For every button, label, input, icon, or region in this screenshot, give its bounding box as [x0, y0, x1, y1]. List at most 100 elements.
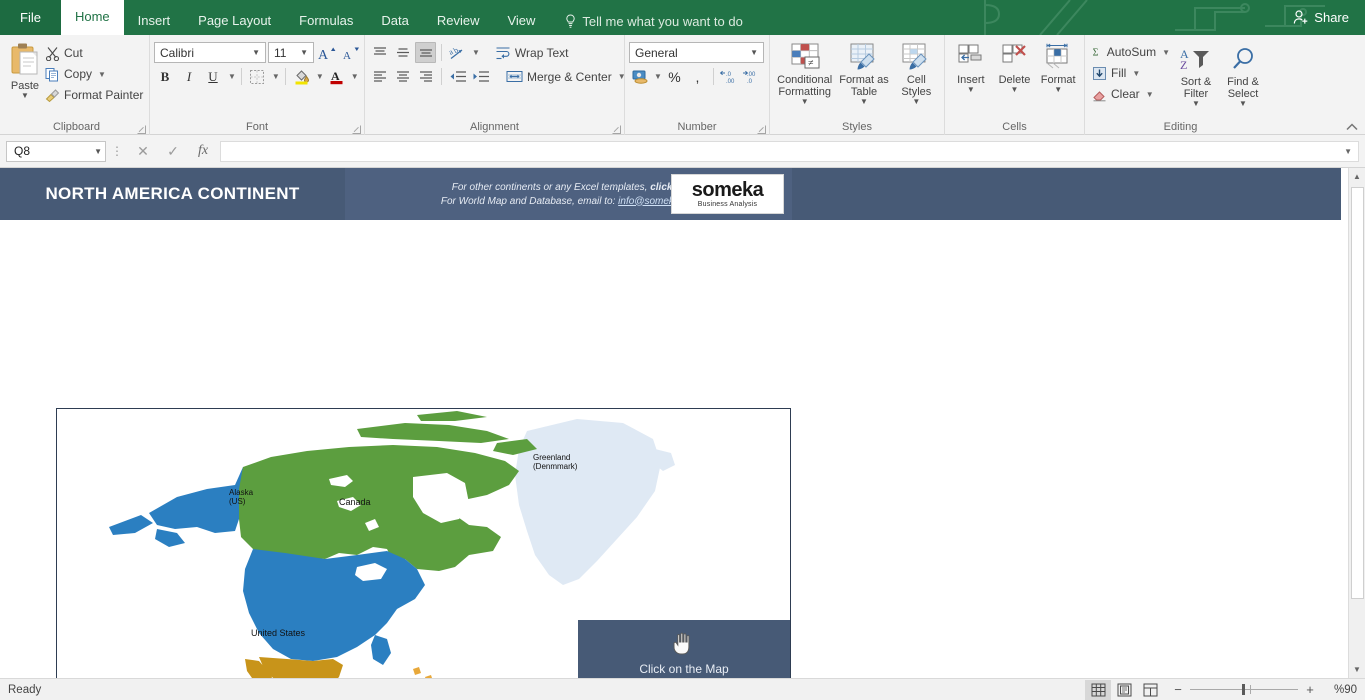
- borders-button[interactable]: [247, 66, 268, 87]
- orientation-dropdown-caret[interactable]: ▼: [472, 48, 480, 57]
- formula-input[interactable]: ▼: [220, 140, 1359, 162]
- alignment-dialog-launcher[interactable]: [612, 125, 621, 134]
- zoom-track[interactable]: [1190, 684, 1298, 695]
- zoom-in-button[interactable]: +: [1305, 682, 1315, 697]
- country-united-states[interactable]: [243, 549, 425, 661]
- delete-cells-caret[interactable]: ▼: [1011, 86, 1019, 94]
- find-select-button[interactable]: Find & Select ▼: [1219, 44, 1267, 108]
- align-center-button[interactable]: [392, 66, 413, 87]
- accounting-format-button[interactable]: [629, 66, 650, 87]
- vertical-scroll-track[interactable]: [1350, 185, 1364, 661]
- format-as-table-button[interactable]: Format as Table ▼: [837, 40, 891, 106]
- decrease-decimal-button[interactable]: .00 .0: [742, 66, 763, 87]
- underline-dropdown-caret[interactable]: ▼: [228, 72, 236, 81]
- tab-view[interactable]: View: [493, 7, 549, 35]
- autosum-button[interactable]: Σ AutoSum ▼: [1089, 42, 1173, 62]
- share-button[interactable]: Share: [1287, 8, 1355, 27]
- country-greenland[interactable]: [515, 419, 661, 585]
- collapse-ribbon-icon[interactable]: [1345, 122, 1359, 132]
- clear-caret[interactable]: ▼: [1146, 90, 1154, 99]
- align-left-button[interactable]: [369, 66, 390, 87]
- number-dialog-launcher[interactable]: [757, 125, 766, 134]
- scroll-up-button[interactable]: ▲: [1349, 168, 1365, 185]
- country-alaska[interactable]: [109, 467, 243, 547]
- zoom-level-label[interactable]: %90: [1323, 684, 1357, 696]
- accounting-dropdown-caret[interactable]: ▼: [654, 72, 662, 81]
- number-format-combo[interactable]: General ▼: [629, 42, 764, 63]
- number-format-caret[interactable]: ▼: [747, 48, 761, 57]
- tab-data[interactable]: Data: [367, 7, 422, 35]
- find-select-caret[interactable]: ▼: [1239, 100, 1247, 108]
- percent-style-button[interactable]: %: [664, 66, 685, 87]
- cut-button[interactable]: Cut: [42, 43, 146, 63]
- underline-button[interactable]: U: [202, 66, 224, 87]
- zoom-out-button[interactable]: −: [1173, 682, 1183, 697]
- tell-me-search[interactable]: Tell me what you want to do: [555, 7, 752, 35]
- font-family-combo[interactable]: Calibri ▼: [154, 42, 266, 63]
- vertical-scroll-thumb[interactable]: [1350, 187, 1364, 599]
- tab-page-layout[interactable]: Page Layout: [184, 7, 285, 35]
- fx-icon[interactable]: fx: [188, 141, 218, 162]
- bold-button[interactable]: B: [154, 66, 176, 87]
- scroll-down-button[interactable]: ▼: [1349, 661, 1365, 678]
- insert-cells-button[interactable]: Insert ▼: [949, 40, 993, 94]
- vertical-scrollbar[interactable]: ▲ ▼: [1348, 168, 1365, 678]
- autosum-caret[interactable]: ▼: [1162, 48, 1170, 57]
- sort-filter-button[interactable]: A Z Sort & Filter ▼: [1173, 44, 1219, 108]
- decrease-indent-button[interactable]: [447, 66, 468, 87]
- zoom-handle[interactable]: [1242, 684, 1245, 695]
- paste-button[interactable]: Paste ▼: [8, 40, 42, 100]
- zoom-slider[interactable]: − +: [1173, 682, 1315, 697]
- tab-home[interactable]: Home: [60, 0, 124, 35]
- comma-style-button[interactable]: ,: [687, 66, 708, 87]
- decrease-font-size-button[interactable]: A: [340, 42, 362, 63]
- tab-review[interactable]: Review: [423, 7, 494, 35]
- font-color-dropdown-caret[interactable]: ▼: [351, 72, 359, 81]
- clear-button[interactable]: Clear ▼: [1089, 84, 1173, 104]
- fill-caret[interactable]: ▼: [1132, 69, 1140, 78]
- tab-insert[interactable]: Insert: [124, 7, 185, 35]
- clipboard-dialog-launcher[interactable]: [137, 125, 146, 134]
- worksheet[interactable]: NORTH AMERICA CONTINENT For other contin…: [0, 168, 1365, 678]
- fill-button[interactable]: Fill ▼: [1089, 63, 1173, 83]
- normal-view-icon[interactable]: [1085, 679, 1111, 700]
- format-as-table-caret[interactable]: ▼: [860, 98, 868, 106]
- wrap-text-button[interactable]: Wrap Text: [492, 43, 572, 63]
- sort-filter-caret[interactable]: ▼: [1192, 100, 1200, 108]
- check-icon[interactable]: ✓: [158, 141, 188, 162]
- align-top-button[interactable]: [369, 42, 390, 63]
- formula-expand-caret[interactable]: ▼: [1344, 147, 1352, 156]
- align-middle-button[interactable]: [392, 42, 413, 63]
- delete-cells-button[interactable]: Delete ▼: [993, 40, 1037, 94]
- italic-button[interactable]: I: [178, 66, 200, 87]
- copy-button[interactable]: Copy ▼: [42, 64, 146, 84]
- format-cells-caret[interactable]: ▼: [1054, 86, 1062, 94]
- cell-styles-caret[interactable]: ▼: [912, 98, 920, 106]
- cancel-icon[interactable]: ✕: [128, 141, 158, 162]
- merge-center-button[interactable]: Merge & Center ▼: [503, 67, 629, 87]
- insert-cells-caret[interactable]: ▼: [967, 86, 975, 94]
- format-painter-button[interactable]: Format Painter: [42, 85, 146, 105]
- font-size-caret[interactable]: ▼: [297, 48, 311, 57]
- formula-bar-grip[interactable]: ⋮: [106, 144, 128, 158]
- orientation-button[interactable]: a b: [447, 42, 468, 63]
- cell-styles-button[interactable]: Cell Styles ▼: [894, 40, 938, 106]
- page-break-view-icon[interactable]: [1137, 680, 1163, 700]
- font-size-combo[interactable]: 11 ▼: [268, 42, 314, 63]
- align-right-button[interactable]: [415, 66, 436, 87]
- name-box[interactable]: Q8 ▼: [6, 140, 106, 162]
- fill-color-button[interactable]: [291, 66, 312, 87]
- tab-formulas[interactable]: Formulas: [285, 7, 367, 35]
- font-color-button[interactable]: A: [326, 66, 347, 87]
- borders-dropdown-caret[interactable]: ▼: [272, 72, 280, 81]
- font-dialog-launcher[interactable]: [352, 125, 361, 134]
- name-box-caret[interactable]: ▼: [94, 147, 102, 156]
- font-family-caret[interactable]: ▼: [249, 48, 263, 57]
- increase-decimal-button[interactable]: .0 .00: [719, 66, 740, 87]
- page-layout-view-icon[interactable]: [1111, 680, 1137, 700]
- fill-color-dropdown-caret[interactable]: ▼: [316, 72, 324, 81]
- conditional-formatting-button[interactable]: ≠ Conditional Formatting ▼: [776, 40, 834, 106]
- format-cells-button[interactable]: Format ▼: [1036, 40, 1080, 94]
- increase-indent-button[interactable]: [470, 66, 491, 87]
- increase-font-size-button[interactable]: A: [316, 42, 338, 63]
